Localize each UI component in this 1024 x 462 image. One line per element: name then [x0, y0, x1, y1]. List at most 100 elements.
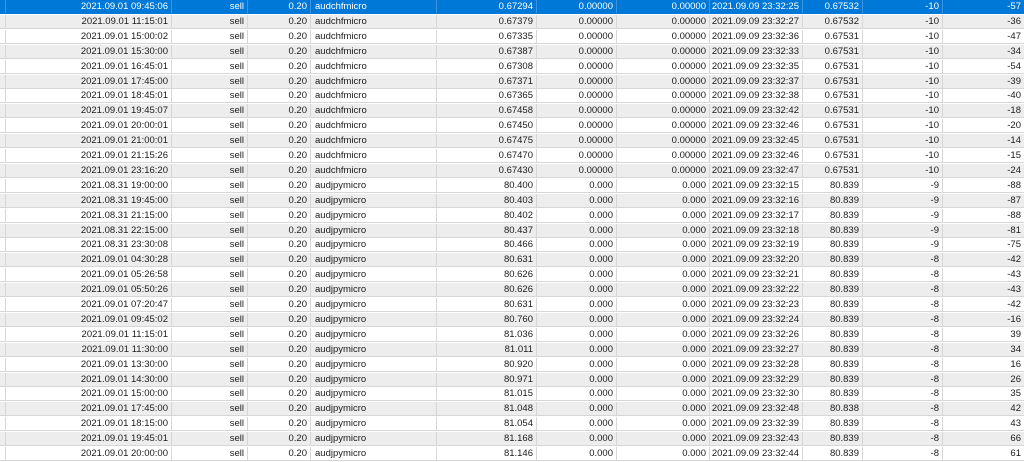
table-row[interactable]: 2021.09.01 17:45:00 sell 0.20 audchfmicro 0.…: [0, 74, 1024, 89]
price-cell: 80.631: [437, 298, 537, 311]
table-row[interactable]: 2021.09.01 05:26:58 sell 0.20 audjpymicro 80…: [0, 268, 1024, 283]
close-time-cell: 2021.09.09 23:32:29: [710, 372, 803, 386]
symbol-cell: audjpymicro: [311, 253, 437, 267]
table-row[interactable]: 2021.09.01 21:15:26 sell 0.20 audchfmicro 0.…: [0, 149, 1024, 163]
profit-cell: -43: [1007, 284, 1021, 296]
table-row[interactable]: 2021.09.01 13:30:00 sell 0.20 audjpymicro 80…: [0, 357, 1024, 372]
symbol-cell: audchfmicro: [311, 74, 437, 88]
swap-cell: -8: [863, 432, 943, 446]
symbol-cell: audjpymicro: [311, 417, 437, 431]
table-row[interactable]: 2021.09.01 23:16:20 sell 0.20 audchfmicro 0.…: [0, 163, 1024, 178]
tp-cell: 0.000: [617, 208, 710, 222]
table-row[interactable]: 2021.09.01 20:00:00 sell 0.20 audjpymicro 81…: [0, 447, 1024, 461]
table-row[interactable]: 2021.09.01 14:30:00 sell 0.20 audjpymicro 80…: [0, 372, 1024, 387]
trade-history-table: 2021.09.01 09:45:06 sell 0.20 audchfmicro 0.…: [0, 0, 1024, 462]
close-time-cell: 2021.09.09 23:32:36: [710, 29, 803, 43]
type-cell: sell: [172, 447, 248, 460]
table-row[interactable]: 2021.09.01 04:30:28 sell 0.20 audjpymicro 80…: [0, 253, 1024, 268]
swap-cell: -10: [863, 89, 943, 103]
table-row[interactable]: 2021.09.01 21:00:01 sell 0.20 audchfmicro 0.…: [0, 134, 1024, 149]
price-cell: 80.400: [437, 178, 537, 192]
table-row[interactable]: 2021.09.01 17:45:00 sell 0.20 audjpymicro 81…: [0, 402, 1024, 417]
volume-cell: 0.20: [248, 327, 311, 341]
type-cell: sell: [172, 283, 248, 297]
profit-cell: -43: [1007, 269, 1021, 281]
swap-cell: -10: [863, 163, 943, 177]
close-time-cell: 2021.09.09 23:32:30: [710, 387, 803, 401]
table-row[interactable]: 2021.09.01 16:45:01 sell 0.20 audchfmicro 0.…: [0, 59, 1024, 74]
close-price-cell: 80.839: [803, 268, 863, 282]
close-time-cell: 2021.09.09 23:32:21: [710, 268, 803, 282]
volume-cell: 0.20: [248, 104, 311, 118]
type-cell: sell: [172, 119, 248, 133]
table-row[interactable]: 2021.09.01 18:45:01 sell 0.20 audchfmicro 0.…: [0, 89, 1024, 104]
price-cell: 0.67294: [437, 0, 537, 13]
swap-cell: -10: [863, 134, 943, 148]
profit-cell: 43: [1010, 418, 1021, 430]
sl-cell: 0.000: [537, 253, 617, 267]
table-row[interactable]: 2021.09.01 09:45:02 sell 0.20 audjpymicro 80…: [0, 312, 1024, 327]
profit-cell: -42: [1007, 299, 1021, 310]
close-time-cell: 2021.09.09 23:32:27: [710, 342, 803, 356]
price-cell: 80.626: [437, 268, 537, 282]
table-row[interactable]: 2021.09.01 09:45:06 sell 0.20 audchfmicro 0.…: [0, 0, 1024, 14]
volume-cell: 0.20: [248, 357, 311, 371]
type-cell: sell: [172, 134, 248, 148]
swap-cell: -10: [863, 0, 943, 13]
symbol-cell: audchfmicro: [311, 44, 437, 58]
sl-cell: 0.00000: [537, 59, 617, 73]
sl-cell: 0.00000: [537, 14, 617, 28]
price-cell: 0.67470: [437, 149, 537, 162]
sl-cell: 0.000: [537, 402, 617, 416]
tp-cell: 0.000: [617, 432, 710, 446]
table-row[interactable]: 2021.09.01 07:20:47 sell 0.20 audjpymicro 80…: [0, 298, 1024, 312]
price-cell: 0.67475: [437, 134, 537, 148]
table-row[interactable]: 2021.08.31 19:45:00 sell 0.20 audjpymicro 80…: [0, 193, 1024, 208]
close-price-cell: 0.67532: [803, 0, 863, 13]
table-row[interactable]: 2021.09.01 15:00:02 sell 0.20 audchfmicro 0.…: [0, 29, 1024, 44]
table-row[interactable]: 2021.09.01 11:30:00 sell 0.20 audjpymicro 81…: [0, 342, 1024, 357]
close-time-cell: 2021.09.09 23:32:44: [710, 447, 803, 460]
sl-cell: 0.000: [537, 208, 617, 222]
table-row[interactable]: 2021.09.01 15:30:00 sell 0.20 audchfmicro 0.…: [0, 44, 1024, 59]
open-time-cell: 2021.09.01 14:30:00: [6, 372, 172, 386]
type-cell: sell: [172, 357, 248, 371]
type-cell: sell: [172, 74, 248, 88]
table-row[interactable]: 2021.08.31 22:15:00 sell 0.20 audjpymicro 80…: [0, 223, 1024, 238]
sl-cell: 0.000: [537, 327, 617, 341]
symbol-cell: audchfmicro: [311, 104, 437, 118]
table-row[interactable]: 2021.09.01 15:00:00 sell 0.20 audjpymicro 81…: [0, 387, 1024, 402]
tp-cell: 0.00000: [617, 74, 710, 88]
profit-cell: -75: [1007, 239, 1021, 251]
table-row[interactable]: 2021.08.31 23:30:08 sell 0.20 audjpymicro 80…: [0, 238, 1024, 253]
close-time-cell: 2021.09.09 23:32:28: [710, 357, 803, 371]
profit-cell: -34: [1007, 45, 1021, 57]
price-cell: 0.67450: [437, 119, 537, 133]
volume-cell: 0.20: [248, 372, 311, 386]
table-row[interactable]: 2021.09.01 19:45:07 sell 0.20 audchfmicro 0.…: [0, 104, 1024, 119]
open-time-cell: 2021.09.01 15:30:00: [6, 44, 172, 58]
volume-cell: 0.20: [248, 447, 311, 460]
table-row[interactable]: 2021.09.01 19:45:01 sell 0.20 audjpymicro 81…: [0, 432, 1024, 447]
table-row[interactable]: 2021.09.01 05:50:26 sell 0.20 audjpymicro 80…: [0, 283, 1024, 298]
tp-cell: 0.00000: [617, 134, 710, 148]
table-row[interactable]: 2021.09.01 20:00:01 sell 0.20 audchfmicro 0.…: [0, 119, 1024, 134]
type-cell: sell: [172, 208, 248, 222]
table-row[interactable]: 2021.08.31 21:15:00 sell 0.20 audjpymicro 80…: [0, 208, 1024, 223]
tp-cell: 0.000: [617, 253, 710, 267]
table-row[interactable]: 2021.09.01 18:15:00 sell 0.20 audjpymicro 81…: [0, 417, 1024, 432]
close-price-cell: 80.839: [803, 417, 863, 431]
swap-cell: -8: [863, 312, 943, 326]
price-cell: 0.67335: [437, 29, 537, 43]
table-row[interactable]: 2021.08.31 19:00:00 sell 0.20 audjpymicro 80…: [0, 178, 1024, 193]
close-price-cell: 0.67531: [803, 149, 863, 162]
type-cell: sell: [172, 327, 248, 341]
symbol-cell: audjpymicro: [311, 193, 437, 207]
profit-cell: -54: [1007, 60, 1021, 72]
close-time-cell: 2021.09.09 23:32:16: [710, 193, 803, 207]
close-price-cell: 0.67532: [803, 14, 863, 28]
price-cell: 80.437: [437, 223, 537, 237]
table-row[interactable]: 2021.09.01 11:15:01 sell 0.20 audchfmicro 0.…: [0, 14, 1024, 29]
table-row[interactable]: 2021.09.01 11:15:01 sell 0.20 audjpymicro 81…: [0, 327, 1024, 342]
open-time-cell: 2021.09.01 09:45:06: [6, 0, 172, 13]
